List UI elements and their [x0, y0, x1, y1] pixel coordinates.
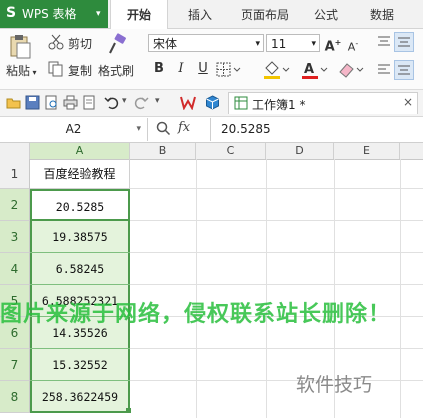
- cut-button[interactable]: 剪切: [68, 35, 92, 52]
- align-middle-icon[interactable]: [394, 32, 414, 52]
- paste-label: 粘贴: [6, 64, 31, 78]
- formula-input[interactable]: 20.5285: [210, 118, 423, 141]
- column-header-b[interactable]: B: [130, 143, 196, 159]
- chevron-down-icon: ▾: [255, 39, 260, 49]
- print-preview-icon[interactable]: [44, 95, 59, 110]
- shrink-font-button[interactable]: A-: [344, 35, 362, 54]
- document-title: 工作簿1 *: [252, 98, 306, 112]
- grid-line: [130, 188, 423, 189]
- grid-line: [130, 252, 423, 253]
- chevron-down-icon: ▾: [311, 39, 316, 49]
- paste-icon[interactable]: [8, 33, 32, 59]
- grid-line: [130, 380, 423, 381]
- app-title: WPS 表格: [22, 7, 77, 21]
- borders-icon: [216, 62, 241, 77]
- wps-logo-icon: S: [6, 5, 17, 21]
- print-icon[interactable]: [63, 95, 78, 110]
- eraser-icon: [339, 63, 364, 78]
- fill-color-button[interactable]: [262, 60, 292, 80]
- grow-font-button[interactable]: A+: [324, 34, 342, 55]
- grid-line: [130, 284, 423, 285]
- undo-dropdown-icon[interactable]: ▾: [122, 96, 127, 106]
- tab-formulas[interactable]: 公式: [306, 0, 346, 28]
- cell-a8[interactable]: 258.3622459: [30, 381, 130, 413]
- underline-button[interactable]: U: [194, 60, 212, 78]
- font-color-icon: A: [302, 62, 328, 79]
- column-header-a[interactable]: A: [30, 143, 130, 159]
- chevron-down-icon: ▾: [96, 9, 101, 19]
- tab-home[interactable]: 开始: [110, 0, 168, 29]
- svg-text:A: A: [304, 62, 314, 77]
- font-size-value: 11: [271, 37, 287, 51]
- row-header-8[interactable]: 8: [0, 381, 30, 413]
- grid-line: [130, 220, 423, 221]
- clear-format-button[interactable]: [336, 60, 366, 80]
- wps-app-menu[interactable]: S WPS 表格 ▾: [0, 0, 108, 28]
- cell-a1[interactable]: 百度经验教程: [30, 159, 130, 189]
- search-icon[interactable]: [156, 121, 171, 136]
- column-header-row: A B C D E: [0, 143, 423, 160]
- font-name-select[interactable]: 宋体 ▾: [148, 34, 264, 52]
- font-name-value: 宋体: [153, 37, 178, 51]
- copy-icon[interactable]: [48, 61, 64, 77]
- cell-a4[interactable]: 6.58245: [30, 253, 130, 285]
- column-header-d[interactable]: D: [266, 143, 334, 159]
- column-header-c[interactable]: C: [196, 143, 266, 159]
- customize-dropdown-icon[interactable]: ▾: [155, 96, 160, 106]
- save-icon[interactable]: [25, 95, 40, 110]
- align-top-icon[interactable]: [376, 34, 392, 50]
- scissors-icon[interactable]: [48, 34, 64, 50]
- open-folder-icon[interactable]: [6, 95, 21, 110]
- document-icon[interactable]: [82, 95, 97, 110]
- tab-page-layout[interactable]: 页面布局: [232, 0, 298, 28]
- italic-button[interactable]: I: [172, 60, 190, 78]
- name-box[interactable]: A2 ▾: [0, 118, 148, 141]
- font-color-button[interactable]: A: [300, 60, 330, 80]
- row-header-7[interactable]: 7: [0, 349, 30, 381]
- insert-function-button[interactable]: fx: [178, 120, 190, 135]
- grid-line: [130, 348, 423, 349]
- bold-button[interactable]: B: [150, 60, 168, 78]
- redo-icon[interactable]: [134, 95, 149, 110]
- format-painter-icon[interactable]: [106, 33, 128, 55]
- spreadsheet-doc-icon: [234, 96, 248, 110]
- column-header-e[interactable]: E: [334, 143, 400, 159]
- cell-a2-active[interactable]: 20.5285: [30, 189, 130, 221]
- cell-a7[interactable]: 15.32552: [30, 349, 130, 381]
- wps-writer-icon[interactable]: [180, 95, 196, 111]
- select-all-corner[interactable]: [0, 143, 30, 159]
- align-left-icon[interactable]: [376, 62, 392, 78]
- undo-icon[interactable]: [104, 95, 119, 110]
- watermark-text: 图片来源于网络，侵权联系站长删除！: [0, 302, 392, 327]
- paste-button[interactable]: 粘贴 ▾: [6, 62, 37, 79]
- watermark-brand: 软件技巧: [296, 374, 373, 396]
- copy-button[interactable]: 复制: [68, 62, 92, 79]
- row-header-4[interactable]: 4: [0, 253, 30, 285]
- chevron-down-icon: ▾: [136, 124, 141, 134]
- tab-data[interactable]: 数据: [362, 0, 402, 28]
- align-center-icon[interactable]: [394, 60, 414, 80]
- chevron-down-icon: ▾: [30, 68, 37, 77]
- close-icon[interactable]: ×: [403, 95, 413, 109]
- cell-reference: A2: [65, 122, 82, 136]
- grow-font-icon: A: [324, 39, 335, 55]
- cell-a3[interactable]: 19.38575: [30, 221, 130, 253]
- row-header-1[interactable]: 1: [0, 159, 30, 189]
- row-header-2[interactable]: 2: [0, 189, 30, 221]
- cube-icon[interactable]: [205, 95, 220, 110]
- row-header-3[interactable]: 3: [0, 221, 30, 253]
- fill-handle[interactable]: [126, 408, 131, 413]
- document-tab[interactable]: 工作簿1 * ×: [228, 92, 418, 114]
- tab-insert[interactable]: 插入: [178, 0, 222, 28]
- font-size-select[interactable]: 11 ▾: [266, 34, 320, 52]
- format-painter-button[interactable]: 格式刷: [98, 62, 134, 79]
- paint-bucket-icon: [264, 61, 290, 79]
- formula-value: 20.5285: [221, 122, 271, 136]
- borders-button[interactable]: [216, 62, 246, 78]
